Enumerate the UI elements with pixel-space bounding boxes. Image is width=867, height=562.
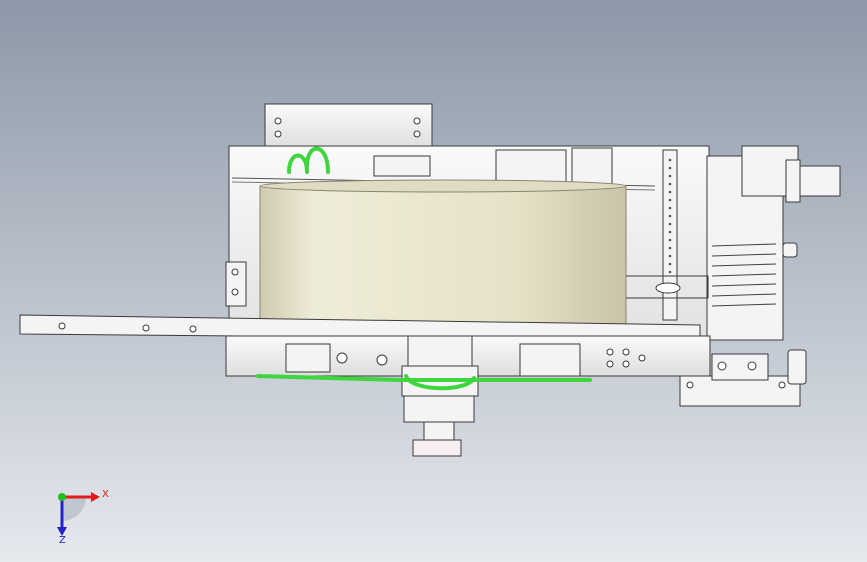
x-axis-label: X — [102, 489, 109, 500]
drum-cylinder[interactable] — [259, 185, 627, 325]
left-mid-bracket — [225, 261, 247, 307]
top-bracket-plate[interactable] — [264, 103, 433, 151]
strip-holes — [668, 158, 672, 274]
upper-mount-block — [373, 155, 431, 177]
upper-rail-block — [495, 149, 567, 185]
right-pulley — [519, 343, 581, 377]
shaft-collar — [785, 159, 801, 203]
z-axis-label: Z — [59, 535, 66, 546]
cad-viewport[interactable]: X Z — [0, 0, 867, 562]
motor-shaft — [797, 165, 841, 197]
motor-side-knob — [782, 242, 798, 258]
center-coupling-upper[interactable] — [407, 335, 473, 367]
bottom-knob[interactable] — [412, 439, 462, 457]
center-coupling-lower — [403, 395, 475, 423]
upper-slot-block — [571, 147, 613, 185]
left-pulley — [285, 343, 331, 373]
